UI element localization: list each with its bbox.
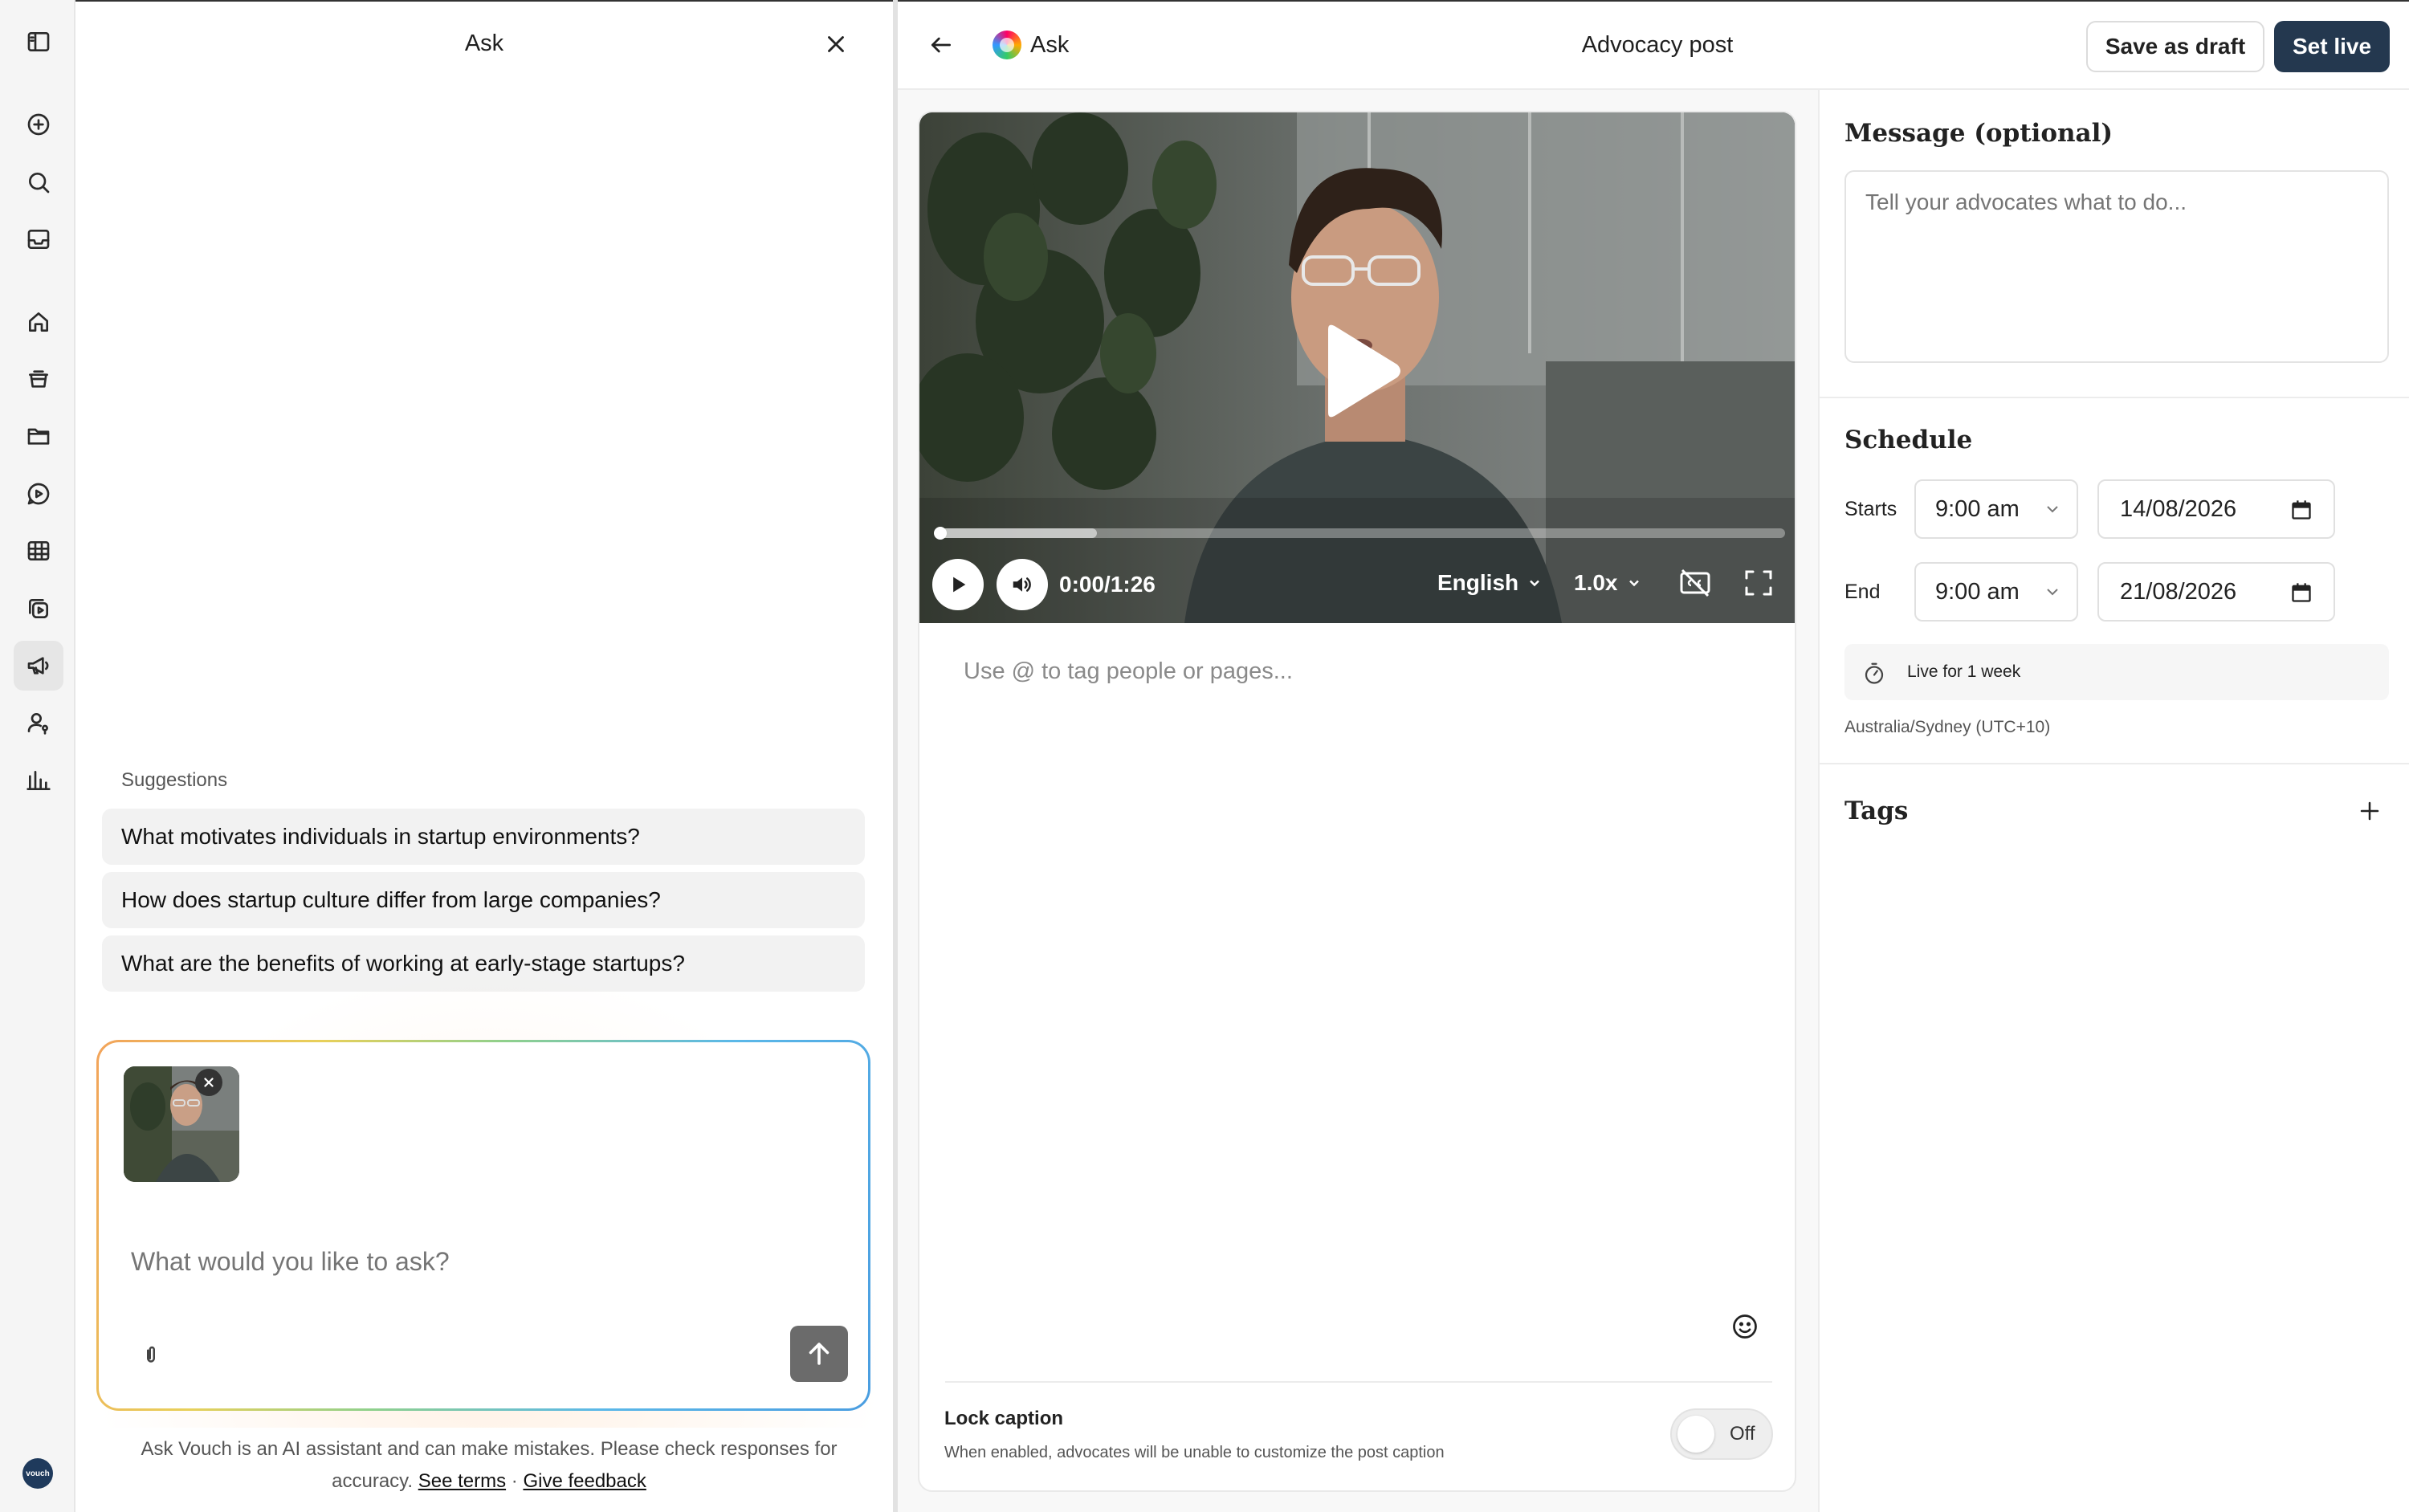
calendar-icon: [2292, 500, 2311, 520]
captions-off-icon[interactable]: [1679, 569, 1711, 597]
language-select[interactable]: English: [1437, 570, 1543, 596]
suggestions-label: Suggestions: [121, 769, 228, 791]
see-terms-link[interactable]: See terms: [418, 1470, 506, 1492]
suggestion-chip[interactable]: How does startup culture differ from lar…: [102, 872, 865, 928]
save-as-draft-button[interactable]: Save as draft: [2086, 21, 2264, 72]
timezone-label: Australia/Sydney (UTC+10): [1844, 718, 2051, 736]
end-date-field[interactable]: 21/08/2026: [2097, 562, 2335, 622]
start-date-field[interactable]: 14/08/2026: [2097, 479, 2335, 539]
live-duration-info: Live for 1 week: [1844, 644, 2389, 700]
settings-panel: Message (optional) Schedule Starts 9:00 …: [1818, 90, 2409, 1512]
remove-attachment-icon[interactable]: [195, 1069, 222, 1096]
end-time-value: 9:00 am: [1935, 578, 2020, 605]
play-icon: [953, 577, 966, 593]
ask-panel: Ask Suggestions What motivates individua…: [75, 0, 893, 1512]
user-key-icon[interactable]: [14, 698, 63, 748]
starts-label: Starts: [1844, 498, 1897, 520]
message-section-title: Message (optional): [1844, 119, 2113, 148]
basket-icon[interactable]: [14, 354, 63, 404]
message-textarea[interactable]: [1844, 170, 2389, 363]
live-duration-text: Live for 1 week: [1907, 662, 2021, 681]
main-header: Ask Advocacy post Save as draft Set live: [898, 0, 2409, 90]
start-time-select[interactable]: 9:00 am: [1914, 479, 2078, 539]
workspace-avatar[interactable]: vouch: [22, 1458, 53, 1489]
suggestion-chip[interactable]: What motivates individuals in startup en…: [102, 809, 865, 865]
set-live-button[interactable]: Set live: [2274, 21, 2390, 72]
emoji-icon[interactable]: [1730, 1312, 1759, 1341]
end-date-value: 21/08/2026: [2120, 578, 2237, 605]
chat-play-icon[interactable]: [14, 469, 63, 519]
icon-rail: vouch: [0, 0, 75, 1512]
divider: [945, 1381, 1772, 1383]
home-icon[interactable]: [14, 297, 63, 347]
video-progress-bar[interactable]: [934, 527, 1785, 540]
calendar-icon: [2292, 583, 2311, 602]
copy-play-icon[interactable]: [14, 584, 63, 634]
post-editor-card: 0:00/1:26 English 1.0x Use @ to tag peop…: [918, 111, 1796, 1492]
toggle-knob: [1677, 1416, 1714, 1453]
ask-input[interactable]: [131, 1247, 821, 1277]
link-separator: ·: [511, 1470, 518, 1492]
chevron-down-icon: [1530, 580, 1540, 587]
video-buffer-bar: [935, 528, 1098, 538]
send-button[interactable]: [790, 1326, 848, 1382]
timer-icon: [1865, 662, 1884, 684]
plus-circle-icon[interactable]: [14, 100, 63, 149]
chevron-down-icon: [2047, 506, 2058, 513]
paperclip-icon[interactable]: [139, 1343, 163, 1367]
plus-icon[interactable]: [2358, 799, 2382, 823]
toggle-state: Off: [1730, 1423, 1755, 1445]
video-player[interactable]: 0:00/1:26 English 1.0x: [919, 112, 1795, 623]
end-time-select[interactable]: 9:00 am: [1914, 562, 2078, 622]
divider: [1820, 763, 2409, 764]
lock-caption-title: Lock caption: [944, 1408, 1064, 1429]
lock-caption-toggle[interactable]: Off: [1670, 1408, 1773, 1460]
volume-icon: [1013, 577, 1031, 592]
inbox-icon[interactable]: [14, 214, 63, 264]
start-date-value: 14/08/2026: [2120, 495, 2237, 522]
search-icon[interactable]: [14, 157, 63, 207]
bar-chart-icon[interactable]: [14, 756, 63, 805]
grid-icon[interactable]: [14, 526, 63, 576]
end-label: End: [1844, 581, 1881, 603]
divider: [1820, 397, 2409, 398]
progress-handle[interactable]: [934, 527, 947, 540]
close-icon[interactable]: [822, 31, 850, 58]
sidebar-toggle-icon[interactable]: [14, 17, 63, 67]
megaphone-icon[interactable]: [14, 641, 63, 691]
language-value: English: [1437, 570, 1519, 595]
give-feedback-link[interactable]: Give feedback: [523, 1470, 646, 1492]
chevron-down-icon: [1628, 580, 1639, 587]
play-overlay-icon[interactable]: [1317, 323, 1405, 419]
ai-disclaimer: Ask Vouch is an AI assistant and can mak…: [108, 1433, 870, 1498]
playback-speed-select[interactable]: 1.0x: [1574, 570, 1642, 596]
ask-composer: [96, 1040, 870, 1411]
chevron-down-icon: [2047, 589, 2058, 596]
tags-section-title: Tags: [1844, 797, 1909, 825]
folder-icon[interactable]: [14, 411, 63, 461]
ask-panel-title: Ask: [464, 31, 504, 56]
lock-caption-description: When enabled, advocates will be unable t…: [944, 1444, 1445, 1461]
volume-button[interactable]: [997, 559, 1048, 610]
start-time-value: 9:00 am: [1935, 495, 2020, 522]
speed-value: 1.0x: [1574, 570, 1618, 595]
play-button[interactable]: [932, 559, 984, 610]
arrow-up-icon: [809, 1343, 829, 1365]
schedule-section-title: Schedule: [1844, 426, 1973, 454]
video-time: 0:00/1:26: [1059, 572, 1156, 597]
fullscreen-icon[interactable]: [1743, 569, 1774, 597]
caption-input[interactable]: Use @ to tag people or pages...: [964, 658, 1293, 685]
